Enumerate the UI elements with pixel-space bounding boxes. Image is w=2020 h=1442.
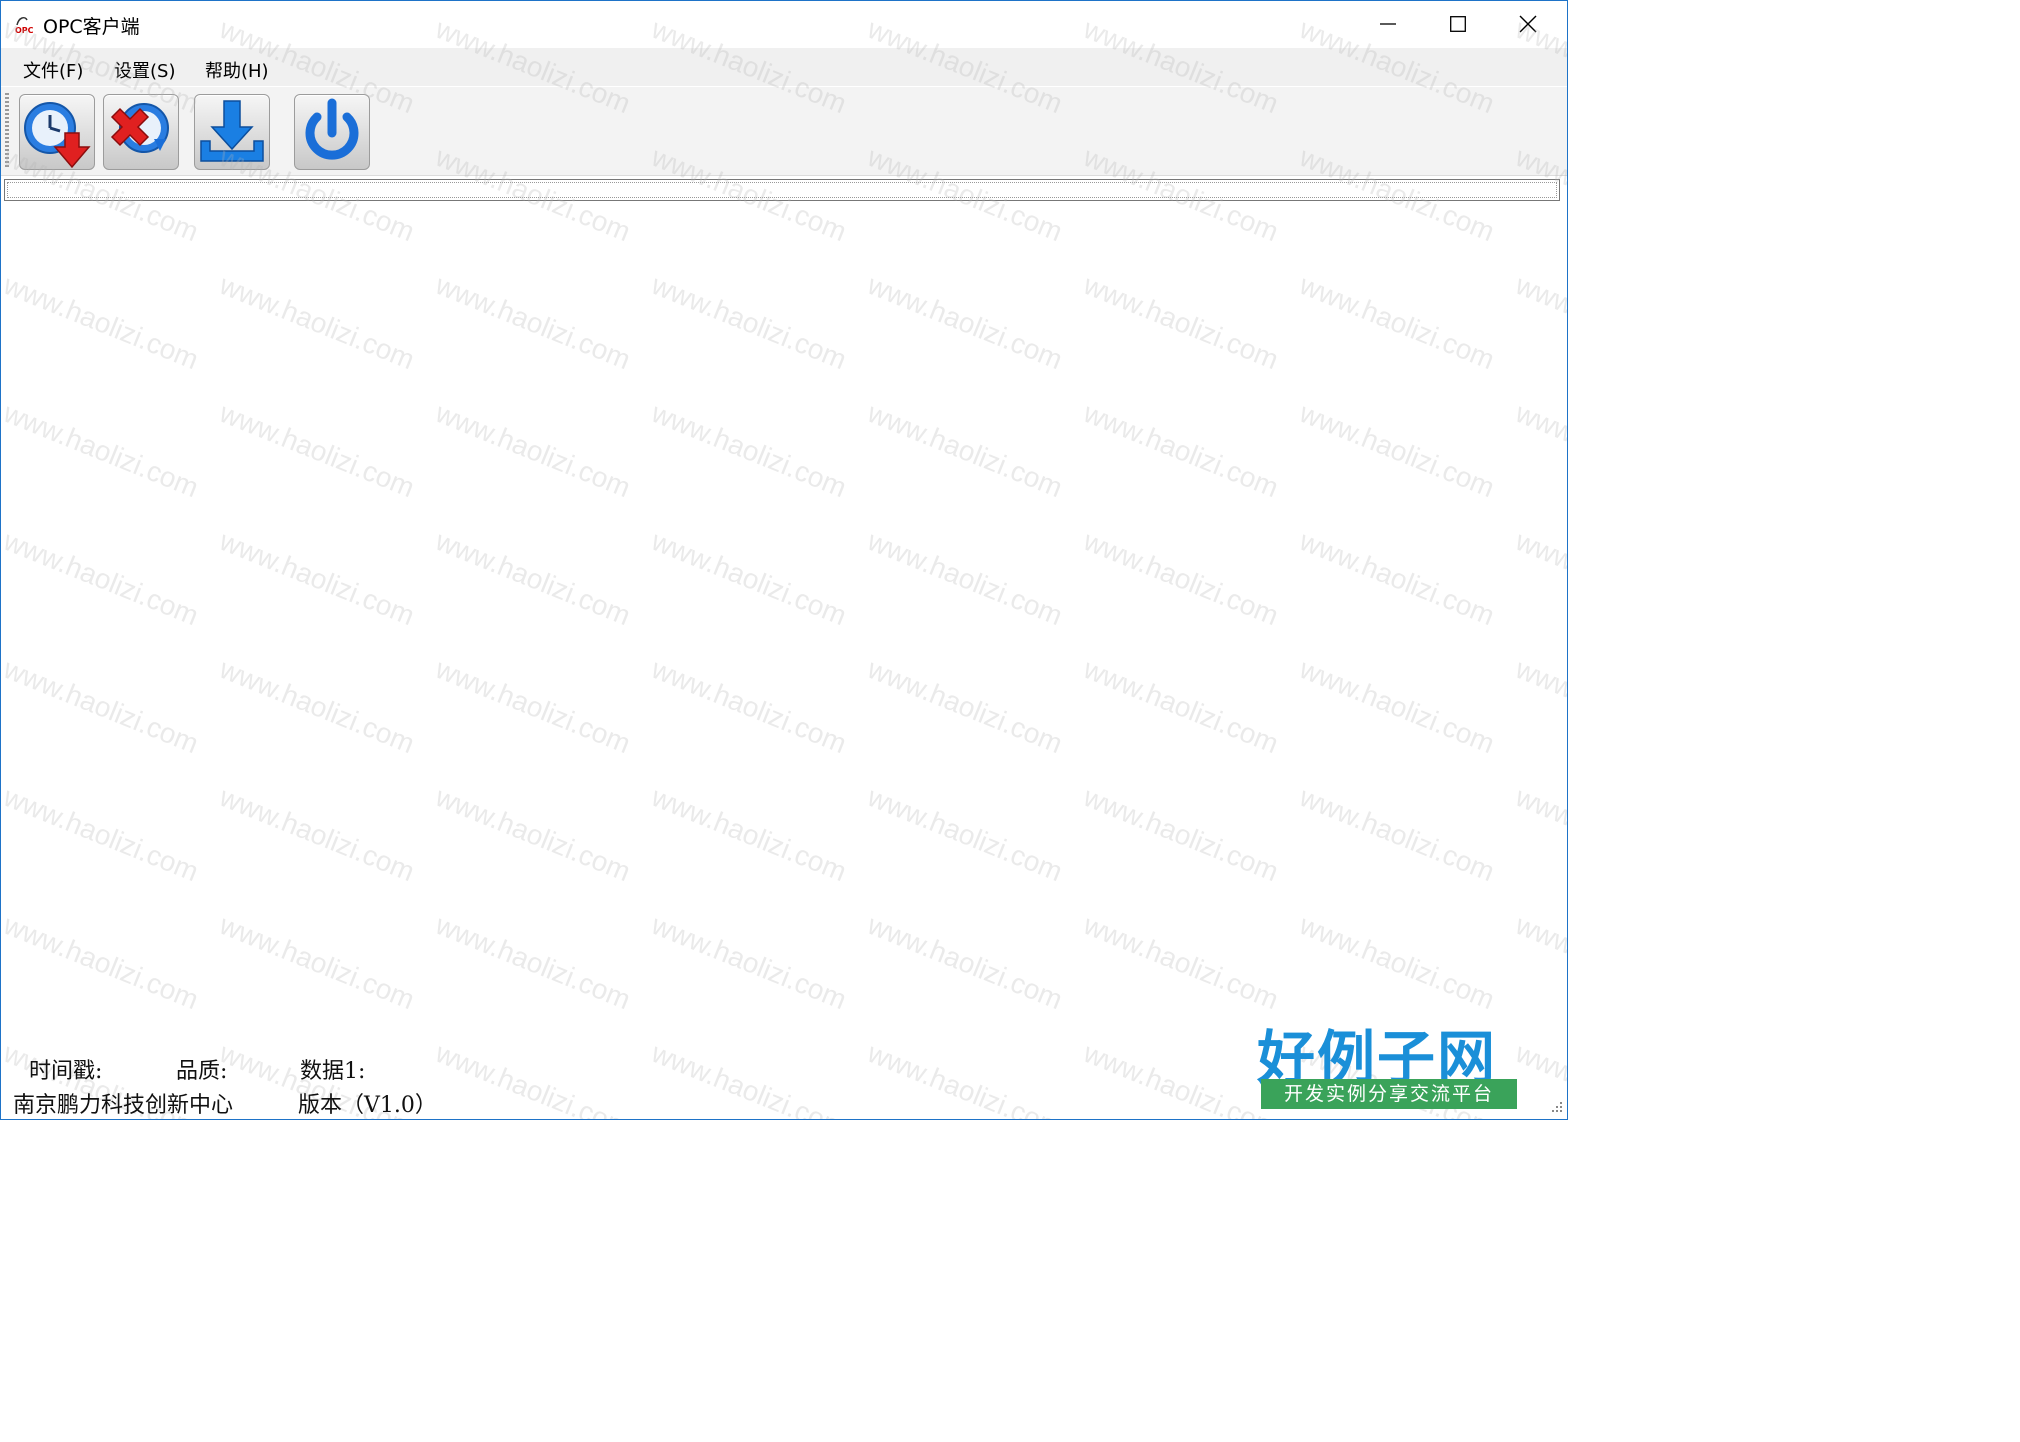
- data1-label: 数据1:: [300, 1059, 366, 1084]
- watermark-text: www.haolizi.com: [1079, 1037, 1283, 1120]
- window-title: OPC客户端: [43, 16, 140, 38]
- maximize-icon: [1450, 16, 1466, 32]
- timestamp-label: 时间戳:: [29, 1059, 103, 1084]
- svg-text:OPC: OPC: [15, 26, 34, 35]
- title-bar[interactable]: OPC OPC客户端: [1, 1, 1567, 47]
- menu-file[interactable]: 文件(F): [23, 57, 83, 83]
- main-content-area[interactable]: [1, 203, 1567, 1048]
- clock-cancel-button[interactable]: [103, 94, 179, 170]
- toolbar-grip[interactable]: [5, 93, 9, 169]
- version-label: 版本（V1.0）: [298, 1093, 437, 1118]
- watermark-text: www.haolizi.com: [863, 1037, 1067, 1120]
- watermark-text: www.haolizi.com: [431, 1037, 635, 1120]
- menu-help[interactable]: 帮助(H): [205, 57, 269, 83]
- close-icon: [1519, 15, 1537, 33]
- app-window: OPC OPC客户端 文件(F) 设置(S) 帮助(H) www.haolizi…: [0, 0, 1568, 1120]
- menu-settings[interactable]: 设置(S): [114, 57, 175, 83]
- clock-download-icon: [24, 102, 91, 169]
- maximize-button[interactable]: [1423, 1, 1493, 47]
- download-icon: [200, 100, 264, 162]
- close-button[interactable]: [1493, 1, 1563, 47]
- clock-cancel-icon: [110, 103, 169, 153]
- power-icon: [305, 98, 359, 160]
- opc-app-icon: OPC: [15, 16, 34, 35]
- resize-grip-icon[interactable]: [1549, 1099, 1563, 1113]
- progress-track: [7, 182, 1557, 198]
- logo-subtitle: 开发实例分享交流平台: [1261, 1079, 1517, 1109]
- power-button[interactable]: [294, 94, 370, 170]
- organization-label: 南京鹏力科技创新中心: [13, 1093, 234, 1118]
- clock-download-button[interactable]: [19, 94, 95, 170]
- watermark-text: www.haolizi.com: [647, 1037, 851, 1120]
- menu-bar: 文件(F) 设置(S) 帮助(H): [1, 48, 1567, 86]
- quality-label: 品质:: [176, 1059, 228, 1084]
- toolbar: [1, 87, 1567, 176]
- minimize-icon: [1380, 23, 1396, 25]
- minimize-button[interactable]: [1353, 1, 1423, 47]
- download-button[interactable]: [194, 94, 270, 170]
- progress-bar: [4, 179, 1560, 201]
- haolizi-logo: 好例子网 开发实例分享交流平台: [1257, 1011, 1519, 1111]
